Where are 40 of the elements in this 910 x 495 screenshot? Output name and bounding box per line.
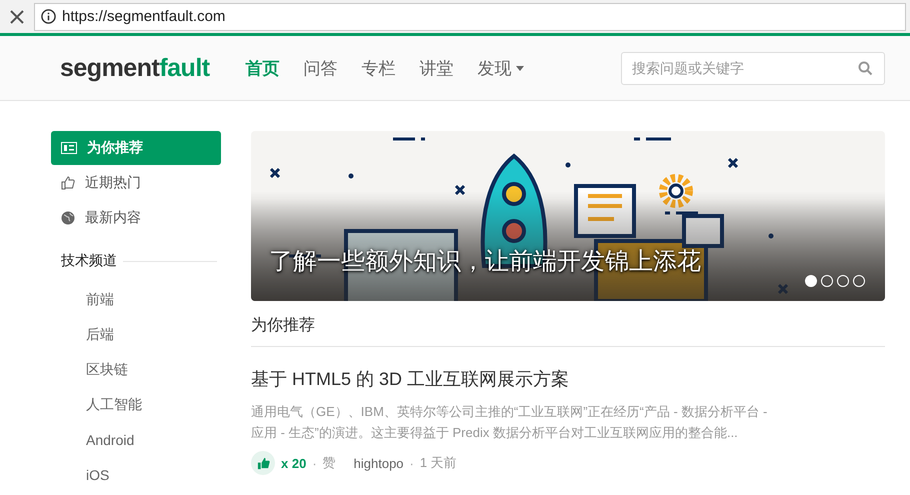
thumbs-up-icon xyxy=(61,176,75,190)
logo[interactable]: segmentfault xyxy=(60,54,210,82)
sidebar-item[interactable]: 近期热门 xyxy=(51,166,221,200)
like-count: x 20 xyxy=(281,456,306,470)
article-title[interactable]: 基于 HTML5 的 3D 工业互联网展示方案 xyxy=(251,367,885,391)
carousel-dot[interactable] xyxy=(805,275,817,287)
newspaper-icon xyxy=(61,142,77,154)
nav-link[interactable]: 发现 xyxy=(478,56,524,80)
author-link[interactable]: hightopo xyxy=(354,456,404,470)
nav-link[interactable]: 专栏 xyxy=(362,56,396,80)
search-icon[interactable] xyxy=(858,60,873,76)
channel-link[interactable]: iOS xyxy=(51,457,221,492)
channel-link[interactable]: Android xyxy=(51,422,221,457)
separator-dot: · xyxy=(410,456,414,470)
thumbs-up-icon xyxy=(256,456,270,470)
separator-dot: · xyxy=(312,456,317,470)
caret-icon xyxy=(516,66,524,70)
sidebar-item[interactable]: 最新内容 xyxy=(51,201,221,235)
nav-link[interactable]: 讲堂 xyxy=(420,56,454,80)
channel-link[interactable]: 前端 xyxy=(51,282,221,317)
nav-link[interactable]: 问答 xyxy=(304,56,338,80)
like-label: 赞 xyxy=(322,454,336,472)
carousel-dot[interactable] xyxy=(837,275,849,287)
channel-link[interactable]: 区块链 xyxy=(51,352,221,387)
sidebar-item[interactable]: 为你推荐 xyxy=(51,131,221,165)
info-icon xyxy=(41,9,56,24)
carousel-dot[interactable] xyxy=(853,275,865,287)
channel-link[interactable]: 人工智能 xyxy=(51,387,221,422)
post-time: 1 天前 xyxy=(420,454,457,472)
address-bar[interactable]: https://segmentfault.com xyxy=(34,2,906,30)
close-button[interactable] xyxy=(8,8,26,26)
carousel-dot[interactable] xyxy=(821,275,833,287)
section-heading: 技术频道 xyxy=(61,252,117,270)
search-field[interactable]: 搜索问题或关键字 xyxy=(621,52,885,84)
nav-link[interactable]: 首页 xyxy=(246,56,280,80)
article-excerpt: 通用电气（GE）、IBM、英特尔等公司主推的“工业互联网”正在经历“产品 - 数据分析平台 - 应用 - 生态”的演进。这主要得益于 Predix 数据分析平台对工业互联网应用的整合能... xyxy=(251,403,768,442)
like-button[interactable] xyxy=(251,451,275,475)
section-title: 为你推荐 xyxy=(251,301,885,347)
channel-link[interactable]: 后端 xyxy=(51,317,221,352)
globe-icon xyxy=(61,211,75,225)
